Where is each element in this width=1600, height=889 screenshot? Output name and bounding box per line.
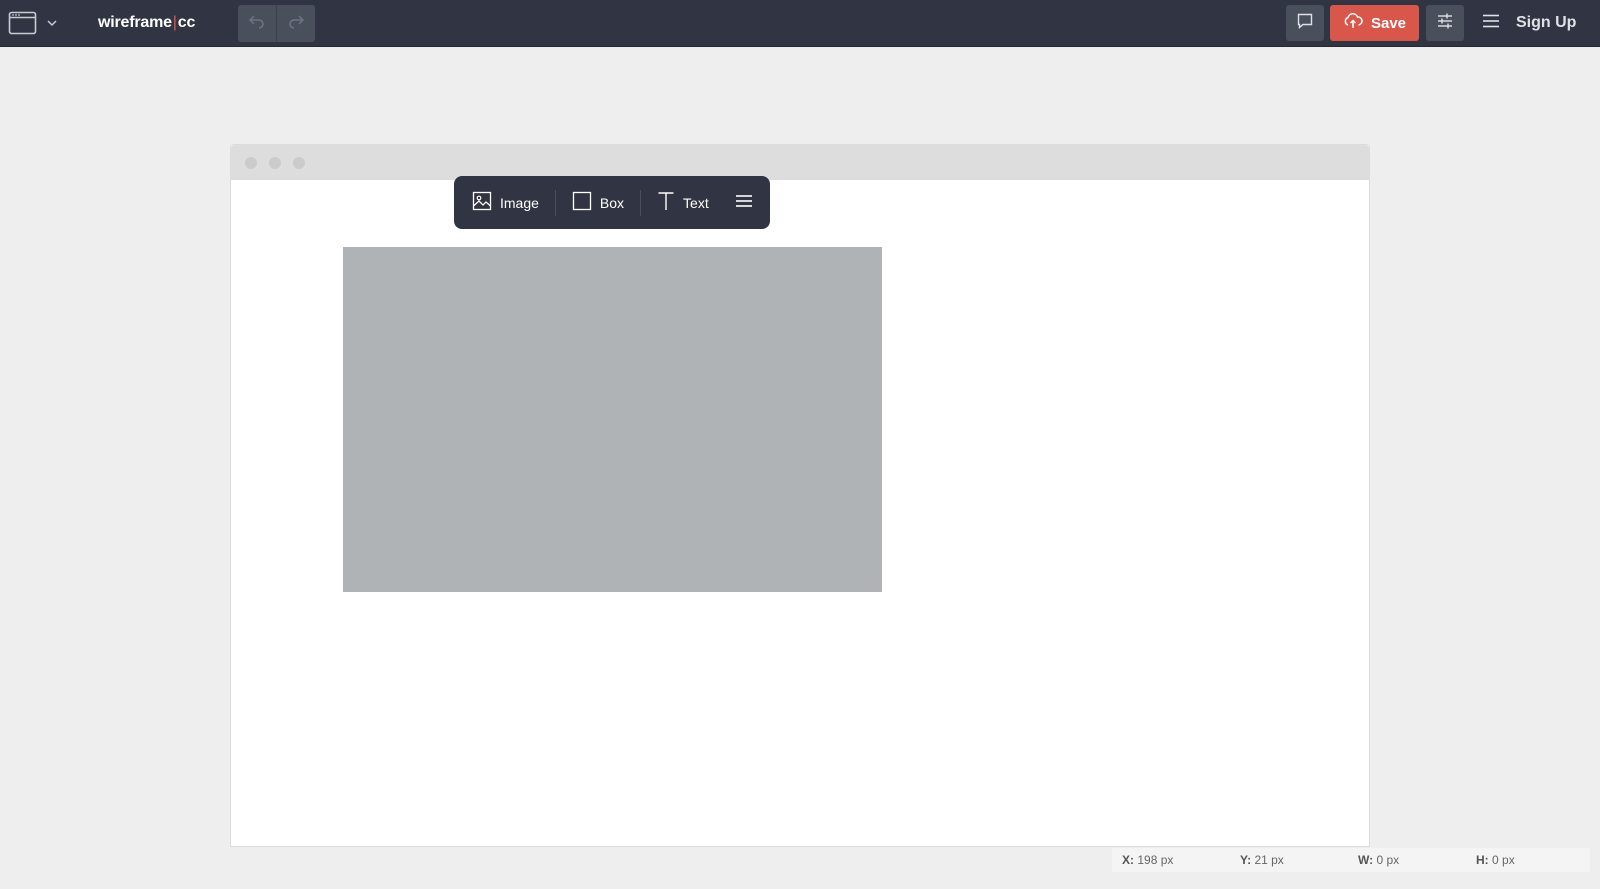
height-readout: H: 0 px	[1476, 848, 1515, 872]
image-label: Image	[500, 194, 539, 211]
sign-up-link[interactable]: Sign Up	[1516, 13, 1576, 33]
placeholder-image-element[interactable]	[343, 247, 882, 592]
undo-icon	[248, 13, 266, 34]
hamburger-icon	[1482, 13, 1500, 34]
image-icon	[472, 191, 492, 214]
brand-suffix: cc	[177, 14, 196, 31]
y-value: 21 px	[1254, 853, 1284, 867]
top-bar: wireframe|cc Save Sign Up	[0, 0, 1600, 47]
history-controls	[238, 5, 315, 42]
window-dot	[245, 157, 257, 169]
text-t-icon	[657, 191, 675, 214]
x-label: X:	[1122, 853, 1134, 867]
frame-type-menu[interactable]	[8, 9, 60, 37]
wireframe-canvas[interactable]	[230, 144, 1370, 847]
undo-button[interactable]	[238, 5, 276, 42]
square-icon	[572, 191, 592, 214]
status-bar: X: 198 px Y: 21 px W: 0 px H: 0 px	[1112, 848, 1590, 872]
main-menu-button[interactable]	[1474, 5, 1508, 41]
sliders-icon	[1436, 12, 1454, 35]
comment-icon	[1296, 12, 1314, 35]
w-value: 0 px	[1376, 853, 1400, 867]
box-label: Box	[599, 194, 625, 211]
browser-window-icon	[8, 10, 38, 36]
redo-button[interactable]	[276, 5, 314, 42]
save-label: Save	[1370, 14, 1407, 32]
settings-button[interactable]	[1426, 5, 1464, 41]
y-readout: Y: 21 px	[1240, 848, 1284, 872]
hamburger-icon	[735, 194, 753, 211]
add-text-button[interactable]: Text	[641, 185, 729, 221]
cloud-upload-icon	[1343, 13, 1363, 33]
width-readout: W: 0 px	[1358, 848, 1399, 872]
redo-icon	[287, 13, 305, 34]
element-toolbar: Image Box Text	[454, 176, 770, 229]
x-readout: X: 198 px	[1122, 848, 1173, 872]
y-label: Y:	[1240, 853, 1252, 867]
w-label: W:	[1358, 853, 1374, 867]
save-button[interactable]: Save	[1330, 5, 1419, 41]
add-box-button[interactable]: Box	[556, 185, 640, 221]
text-label: Text	[683, 194, 709, 211]
app-logo[interactable]: wireframe|cc	[98, 13, 195, 33]
window-dot	[293, 157, 305, 169]
h-label: H:	[1476, 853, 1489, 867]
window-dot	[269, 157, 281, 169]
browser-chrome	[231, 145, 1369, 180]
brand-name: wireframe	[98, 14, 172, 31]
comment-button[interactable]	[1286, 5, 1324, 41]
chevron-down-icon	[46, 17, 58, 29]
more-elements-button[interactable]	[729, 185, 759, 221]
brand-separator: |	[172, 14, 177, 31]
h-value: 0 px	[1492, 853, 1515, 867]
add-image-button[interactable]: Image	[462, 185, 555, 221]
x-value: 198 px	[1137, 853, 1174, 867]
